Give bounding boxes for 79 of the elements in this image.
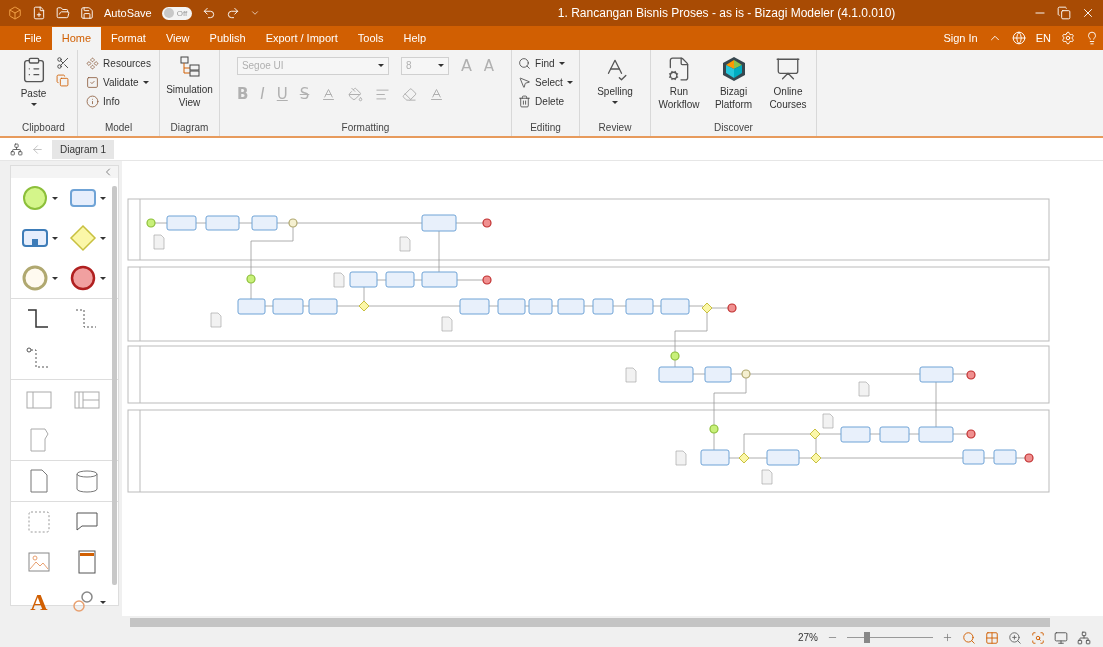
group-label: Clipboard	[21, 122, 66, 135]
menu-tab[interactable]: Export / Import	[255, 27, 348, 50]
clear-format-icon[interactable]	[402, 86, 418, 102]
data-store-icon[interactable]	[73, 467, 101, 495]
info-icon	[86, 95, 100, 108]
spelling-button[interactable]: Spelling	[595, 56, 635, 104]
document-tab[interactable]: Diagram 1	[52, 139, 115, 159]
checkbox-icon	[86, 76, 100, 89]
zoom-in-icon[interactable]	[942, 632, 953, 643]
save-icon[interactable]	[80, 6, 94, 20]
simulation-icon	[178, 56, 201, 80]
fit-page-icon[interactable]	[985, 630, 999, 645]
zoom-level: 27%	[798, 632, 818, 643]
globe-icon[interactable]	[1011, 31, 1026, 45]
scrollbar[interactable]	[130, 617, 1050, 627]
autosave-label: AutoSave	[104, 7, 152, 19]
zoom-fit-icon[interactable]	[962, 630, 976, 645]
ribbon-button[interactable]: Bizagi Platform	[707, 56, 760, 111]
ribbon-button[interactable]: Validate	[84, 75, 153, 90]
window-title: 1. Rancangan Bisnis Proses - as is - Bizagi Modeler (4.1.0.010)	[556, 6, 897, 20]
hexagon-logo-icon	[720, 56, 747, 82]
language-selector[interactable]: EN	[1035, 32, 1051, 44]
diagram-tree-icon[interactable]	[10, 142, 23, 156]
search-icon	[518, 57, 532, 70]
restore-icon[interactable]	[1057, 6, 1071, 20]
ribbon-button[interactable]: Info	[84, 94, 153, 109]
group-label: Review	[597, 122, 633, 135]
group-label: Discover	[713, 122, 754, 135]
menu-tab[interactable]: View	[155, 27, 200, 50]
paste-button[interactable]: Paste	[17, 56, 50, 106]
menu-tab[interactable]: File	[14, 27, 52, 50]
group-label: Formatting	[340, 122, 391, 135]
group-label: Editing	[529, 122, 562, 135]
overview-icon[interactable]	[1077, 630, 1091, 645]
align-icon[interactable]	[375, 86, 391, 102]
autosave-toggle[interactable]: Off	[161, 6, 193, 20]
dashed-rectangle-icon[interactable]	[25, 508, 53, 536]
intermediate-event-icon[interactable]	[20, 264, 49, 292]
back-icon[interactable]	[31, 142, 44, 156]
ribbon-button[interactable]: Delete	[516, 94, 575, 109]
text-tool[interactable]: A	[30, 588, 48, 616]
menu-tab[interactable]: Tools	[347, 27, 394, 50]
close-icon[interactable]	[1081, 6, 1095, 20]
scrollbar[interactable]	[112, 186, 117, 585]
trash-icon	[518, 95, 532, 108]
redo-icon[interactable]	[226, 6, 241, 20]
ribbon-button[interactable]: Find	[516, 56, 575, 71]
menu-tab[interactable]: Publish	[199, 27, 256, 50]
lightbulb-icon[interactable]	[1085, 31, 1099, 45]
menu-tab[interactable]: Home	[51, 27, 102, 50]
gateway-icon[interactable]	[68, 224, 97, 252]
end-event-icon[interactable]	[68, 264, 97, 292]
menu-tab[interactable]: Format	[101, 27, 156, 50]
presentation-icon[interactable]	[1054, 630, 1068, 645]
group-label: Diagram	[169, 122, 210, 135]
magnify-icon[interactable]	[1008, 630, 1022, 645]
zoom-area-icon[interactable]	[1031, 630, 1045, 645]
settings-icon[interactable]	[1061, 31, 1075, 45]
pointer-icon	[518, 76, 532, 89]
ribbon-button[interactable]: Run Workflow	[657, 56, 701, 111]
sign-in-link[interactable]: Sign In	[943, 32, 978, 44]
undo-icon[interactable]	[202, 6, 217, 20]
presentation-board-icon	[775, 56, 801, 82]
customize-caret-icon[interactable]	[250, 8, 261, 18]
new-file-icon[interactable]	[32, 6, 46, 20]
ribbon-button[interactable]: Resources	[84, 56, 153, 71]
fill-color-icon[interactable]	[348, 86, 364, 102]
ribbon-button[interactable]: Online Courses	[766, 56, 810, 111]
app-logo-icon	[8, 6, 22, 20]
group-label: Model	[103, 122, 134, 135]
menu-tab[interactable]: Help	[393, 27, 437, 50]
start-event-icon[interactable]	[20, 184, 49, 212]
resources-icon	[86, 57, 100, 70]
text-color-icon[interactable]	[429, 86, 445, 102]
ribbon-button[interactable]: Select	[516, 75, 575, 90]
font-color-icon[interactable]	[321, 86, 337, 102]
cut-icon[interactable]	[55, 56, 70, 70]
open-file-icon[interactable]	[56, 6, 70, 20]
simulation-view-button[interactable]: Simulation View	[164, 56, 215, 109]
